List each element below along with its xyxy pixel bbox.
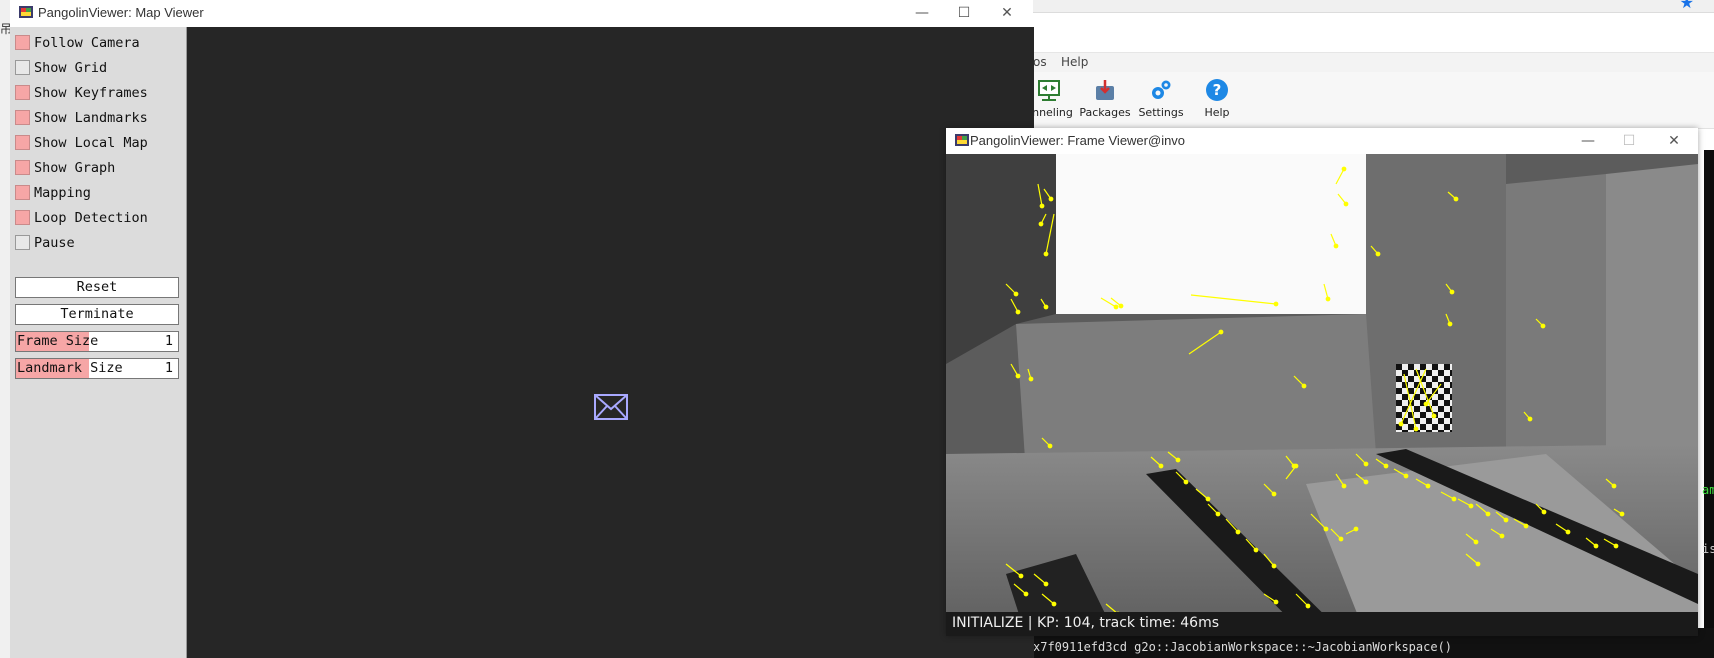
reset-button[interactable]: Reset xyxy=(15,277,179,298)
checkbox-label: Show Grid xyxy=(34,60,108,76)
far-cushion xyxy=(1506,174,1606,474)
checkbox-indicator[interactable] xyxy=(15,210,30,225)
frame-viewer-title: PangolinViewer: Frame Viewer@invo xyxy=(970,133,1186,148)
map-viewer-titlebar[interactable]: PangolinViewer: Map Viewer — ☐ ✕ xyxy=(10,0,1033,28)
packages-button[interactable]: Packages xyxy=(1075,74,1135,119)
settings-button[interactable]: Settings xyxy=(1131,74,1191,119)
terminate-button[interactable]: Terminate xyxy=(15,304,179,325)
checkbox-label: Mapping xyxy=(34,185,91,201)
pangolin-app-icon xyxy=(955,134,969,146)
slider-label: Frame Size xyxy=(17,333,99,349)
background-toolbar: unneling Packages Settings ? Help xyxy=(1025,72,1714,129)
checkbox-label: Show Local Map xyxy=(34,135,148,151)
envelope-icon xyxy=(594,394,628,420)
camera-frame-image[interactable] xyxy=(946,154,1698,636)
background-menubar: os Help xyxy=(1033,52,1714,74)
checkbox-indicator[interactable] xyxy=(15,235,30,250)
checkbox-indicator[interactable] xyxy=(15,185,30,200)
help-label: Help xyxy=(1204,106,1230,119)
checkbox-label: Show Graph xyxy=(34,160,116,176)
terminal-strip xyxy=(1704,150,1714,658)
bright-window xyxy=(1056,154,1366,314)
checkbox-indicator[interactable] xyxy=(15,160,30,175)
menu-item-tools[interactable]: os xyxy=(1033,55,1047,69)
help-button[interactable]: ? Help xyxy=(1187,74,1247,119)
checkbox-indicator[interactable] xyxy=(15,110,30,125)
checkbox-label: Pause xyxy=(34,235,75,251)
menu-item-help[interactable]: Help xyxy=(1061,55,1088,69)
terminal-fragment-green: am xyxy=(1702,483,1714,497)
help-icon: ? xyxy=(1206,79,1228,101)
frame-size-slider[interactable]: Frame Size 1 xyxy=(15,331,179,352)
pangolin-app-icon xyxy=(19,6,33,18)
packages-icon xyxy=(1096,80,1114,100)
close-button[interactable]: ✕ xyxy=(993,3,1021,23)
terminal-line: x7f0911efd3cd g2o::JacobianWorkspace::~J… xyxy=(1033,640,1453,654)
checkbox-indicator[interactable] xyxy=(15,35,30,50)
packages-label: Packages xyxy=(1079,106,1131,119)
landmark-size-slider[interactable]: Landmark Size 1 xyxy=(15,358,179,379)
star-icon[interactable]: ★ xyxy=(1680,0,1694,12)
slider-value: 1 xyxy=(164,333,173,349)
frame-status-bar: INITIALIZE | KP: 104, track time: 46ms xyxy=(946,612,1698,636)
background-tabbar xyxy=(1033,0,1714,13)
checkbox-label: Follow Camera xyxy=(34,35,140,51)
checkbox-indicator[interactable] xyxy=(15,85,30,100)
settings-label: Settings xyxy=(1138,106,1184,119)
tracking-status-text: INITIALIZE | KP: 104, track time: 46ms xyxy=(952,615,1220,631)
map-viewer-window: PangolinViewer: Map Viewer — ☐ ✕ Follow … xyxy=(10,0,1034,658)
slider-label: Landmark Size xyxy=(17,360,123,376)
minimize-button[interactable]: — xyxy=(908,3,936,23)
close-button[interactable]: ✕ xyxy=(1660,131,1688,151)
checkbox-indicator[interactable] xyxy=(15,135,30,150)
settings-icon xyxy=(1152,80,1171,99)
camera-frame-render xyxy=(946,154,1698,636)
maximize-button[interactable]: ☐ xyxy=(950,3,978,23)
map-viewer-title: PangolinViewer: Map Viewer xyxy=(38,5,204,20)
tunneling-icon xyxy=(1038,80,1060,101)
minimize-button[interactable]: — xyxy=(1574,131,1602,151)
checkbox-indicator[interactable] xyxy=(15,60,30,75)
checkbox-label: Loop Detection xyxy=(34,210,148,226)
slider-value: 1 xyxy=(164,360,173,376)
frame-viewer-window: PangolinViewer: Frame Viewer@invo — ☐ ✕ xyxy=(946,128,1698,636)
frame-viewer-titlebar[interactable]: PangolinViewer: Frame Viewer@invo — ☐ ✕ xyxy=(946,128,1698,155)
maximize-button[interactable]: ☐ xyxy=(1615,131,1643,151)
map-control-panel: Follow Camera Show Grid Show Keyframes S… xyxy=(10,27,186,658)
terminal-fragment: is xyxy=(1702,542,1714,556)
checkbox-label: Show Keyframes xyxy=(34,85,148,101)
svg-text:?: ? xyxy=(1213,81,1222,99)
checkbox-label: Show Landmarks xyxy=(34,110,148,126)
map-3d-canvas[interactable] xyxy=(186,27,1034,658)
